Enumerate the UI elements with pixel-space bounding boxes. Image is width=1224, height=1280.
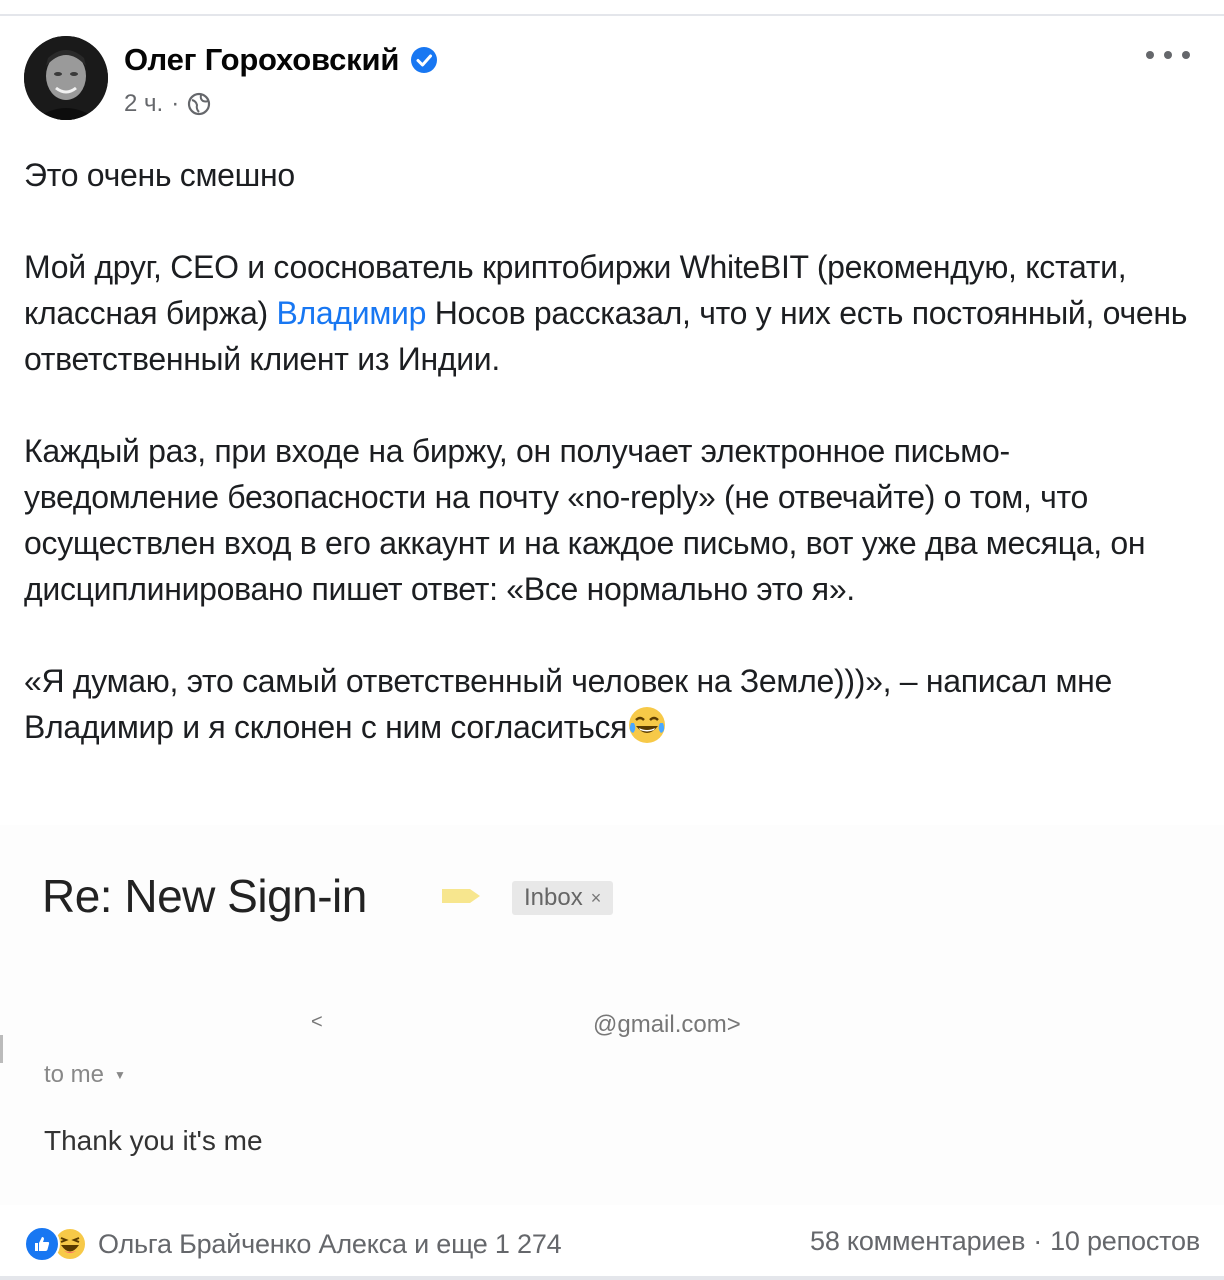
caret-down-icon: ▼ bbox=[114, 1068, 126, 1082]
close-icon: × bbox=[590, 887, 602, 908]
reactors-text: Ольга Брайченко Алекса и еще 1 274 bbox=[98, 1228, 562, 1259]
post-paragraph: «Я думаю, это самый ответственный челове… bbox=[24, 658, 1204, 750]
post-header: Олег Гороховский 2 ч. · bbox=[24, 36, 1200, 120]
comments-count[interactable]: 58 комментариев bbox=[810, 1226, 1025, 1257]
meta-separator: · bbox=[171, 90, 180, 117]
shares-count[interactable]: 10 репостов bbox=[1050, 1226, 1200, 1257]
bottom-divider bbox=[0, 1276, 1224, 1280]
recipient-text: to me bbox=[44, 1061, 105, 1088]
avatar-photo bbox=[24, 36, 108, 120]
email-body: Thank you it's me bbox=[44, 1125, 263, 1156]
top-divider bbox=[0, 14, 1224, 16]
sender-email: @gmail.com> bbox=[593, 1011, 741, 1038]
laughing-emoji-icon bbox=[629, 707, 666, 743]
verified-badge-icon bbox=[411, 47, 438, 73]
post-paragraph: Мой друг, CEO и сооснователь криптобиржи… bbox=[24, 244, 1204, 382]
post-time[interactable]: 2 ч. bbox=[124, 90, 163, 118]
more-options-icon[interactable] bbox=[1146, 44, 1190, 66]
post-footer: Ольга Брайченко Алекса и еще 1 274 58 ко… bbox=[24, 1226, 1200, 1266]
email-subject: Re: New Sign-in bbox=[42, 870, 367, 922]
author-line: Олег Гороховский bbox=[124, 42, 439, 78]
dot bbox=[1164, 51, 1172, 59]
email-screenshot[interactable]: Re: New Sign-in Inbox × < @gmail.com> to… bbox=[0, 825, 1224, 1205]
thumbs-up-glyph bbox=[35, 1237, 50, 1251]
dot bbox=[1182, 51, 1190, 59]
like-reaction-icon bbox=[24, 1226, 60, 1262]
post-paragraph: Это очень смешно bbox=[24, 157, 295, 193]
reactions-summary[interactable]: Ольга Брайченко Алекса и еще 1 274 bbox=[24, 1226, 562, 1262]
sender-bracket: < bbox=[311, 1011, 323, 1033]
globe-icon bbox=[188, 92, 211, 116]
post-paragraph: Каждый раз, при входе на биржу, он получ… bbox=[24, 433, 1146, 607]
engagement-counts: 58 комментариев · 10 репостов bbox=[810, 1226, 1200, 1257]
dot bbox=[1146, 51, 1154, 59]
recipient-line: to me ▼ bbox=[44, 1061, 126, 1089]
edge-mark bbox=[0, 1035, 3, 1063]
post-body: Это очень смешно Мой друг, CEO и сооснов… bbox=[24, 152, 1204, 750]
label-arrow-icon bbox=[442, 889, 480, 903]
inbox-label: Inbox × bbox=[512, 881, 614, 915]
inbox-label-text: Inbox bbox=[524, 884, 583, 911]
post-text-fragment: «Я думаю, это самый ответственный челове… bbox=[24, 663, 1113, 745]
post-meta: 2 ч. · bbox=[124, 90, 211, 118]
author-name[interactable]: Олег Гороховский bbox=[124, 42, 399, 78]
counts-separator: · bbox=[1033, 1226, 1043, 1256]
avatar[interactable] bbox=[24, 36, 108, 120]
mention-link[interactable]: Владимир bbox=[276, 295, 426, 331]
